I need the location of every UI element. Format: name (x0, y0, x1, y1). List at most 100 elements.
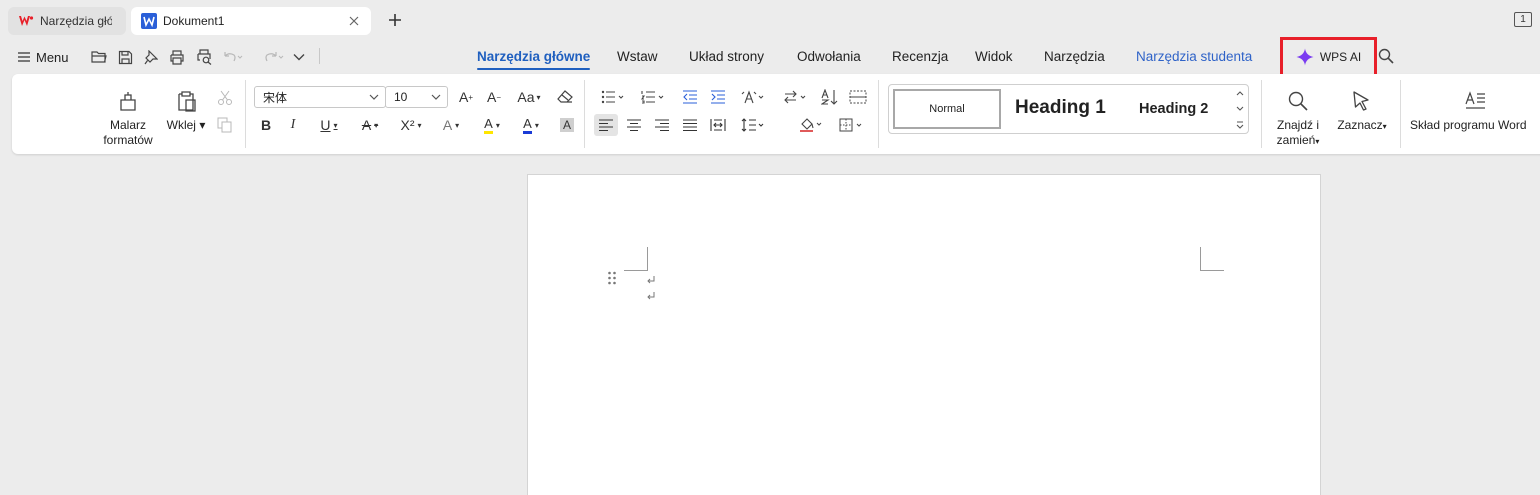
decrease-indent-button[interactable] (678, 86, 702, 108)
ribbon: Malarz formatów Wklej ▾ 宋体 10 A + A − Aa ▾ … (12, 74, 1540, 154)
search-icon[interactable] (1377, 47, 1395, 65)
quick-access-more-button[interactable] (288, 46, 310, 68)
tab-tools[interactable]: Narzędzia (1044, 49, 1105, 64)
borders-icon (839, 118, 862, 132)
select-button[interactable]: Zaznacz▾ (1332, 90, 1392, 134)
increase-indent-button[interactable] (706, 86, 730, 108)
tab-student-tools[interactable]: Narzędzia studenta (1136, 49, 1252, 64)
font-size-select[interactable]: 10 (385, 86, 448, 108)
window-count-badge[interactable]: 1 (1514, 12, 1532, 27)
cursor-arrow-icon (1353, 91, 1369, 111)
bold-button[interactable]: B (254, 114, 278, 136)
text-direction-button[interactable] (736, 86, 770, 108)
bullets-button[interactable] (596, 86, 630, 108)
shrink-font-button[interactable]: A − (482, 86, 506, 108)
grow-font-button[interactable]: A + (454, 86, 478, 108)
tab-insert[interactable]: Wstaw (617, 49, 658, 64)
tab-review[interactable]: Recenzja (892, 49, 948, 64)
tab-page-layout[interactable]: Układ strony (689, 49, 764, 64)
find-replace-button[interactable]: Znajdź i zamień▾ (1270, 90, 1326, 149)
paragraph-shading-button[interactable] (794, 114, 828, 136)
style-heading-2[interactable]: Heading 2 (1139, 101, 1208, 117)
style-heading-1[interactable]: Heading 1 (1015, 97, 1106, 119)
copy-button[interactable] (213, 114, 237, 136)
document-page[interactable] (527, 174, 1321, 495)
font-color-button[interactable]: A ▾ (514, 114, 548, 136)
text-effects-button[interactable]: A ▾ (434, 114, 468, 136)
drag-handle-icon[interactable] (607, 271, 617, 285)
character-shading-button[interactable]: A (555, 114, 579, 136)
hamburger-icon (18, 52, 30, 62)
align-center-button[interactable] (622, 114, 646, 136)
pin-icon (144, 49, 158, 64)
change-case-button[interactable]: Aa ▾ (512, 86, 546, 108)
borders-button[interactable] (834, 114, 868, 136)
numbering-button[interactable] (636, 86, 670, 108)
font-name-select[interactable]: 宋体 (254, 86, 386, 108)
menu-label: Menu (36, 49, 69, 65)
text-effects-icon: A (442, 117, 453, 133)
print-icon (170, 49, 184, 65)
tab-view[interactable]: Widok (975, 49, 1013, 64)
scroll-down-icon[interactable] (1236, 106, 1244, 112)
open-button[interactable] (88, 46, 110, 68)
scissors-icon (218, 90, 232, 105)
align-right-button[interactable] (650, 114, 674, 136)
chevron-down-icon (431, 94, 441, 100)
menu-button[interactable]: Menu (18, 48, 69, 66)
italic-button[interactable]: I (281, 114, 305, 136)
pin-button[interactable] (140, 46, 162, 68)
paragraph-mark-icon (647, 276, 655, 284)
redo-button[interactable] (262, 46, 284, 68)
paste-button[interactable]: Wklej ▾ (164, 90, 208, 133)
justify-button[interactable] (678, 114, 702, 136)
cut-button[interactable] (213, 87, 237, 109)
underline-button[interactable]: U ▾ (312, 114, 346, 136)
margin-corner-top-right (1200, 247, 1224, 271)
align-left-button[interactable] (594, 114, 618, 136)
font-size-value: 10 (394, 90, 408, 104)
redo-icon (265, 52, 284, 62)
paste-label: Wklej ▾ (166, 118, 206, 132)
highlight-icon: A (484, 116, 493, 134)
tab-label: Dokument1 (163, 14, 225, 28)
tab-wps-home[interactable]: Narzędzia głó (8, 7, 126, 35)
style-normal[interactable]: Normal (893, 89, 1001, 129)
print-preview-button[interactable] (193, 46, 215, 68)
grow-font-icon: A (458, 89, 469, 105)
save-button[interactable] (114, 46, 136, 68)
separator (1261, 80, 1262, 148)
format-painter-button[interactable]: Malarz formatów (100, 90, 156, 148)
tab-home[interactable]: Narzędzia główne (477, 49, 591, 70)
paint-bucket-icon (800, 118, 822, 132)
highlight-button[interactable]: A ▾ (474, 114, 510, 136)
format-painter-icon (120, 92, 136, 111)
align-center-icon (627, 119, 641, 131)
expand-gallery-icon[interactable] (1236, 121, 1244, 129)
eraser-icon (557, 90, 573, 103)
format-painter-label-2: formatów (103, 133, 153, 147)
plus-icon[interactable] (386, 11, 404, 29)
change-case-icon: Aa (517, 89, 535, 105)
word-compose-button[interactable]: Skład programu Word (1410, 90, 1540, 133)
close-icon[interactable] (347, 14, 361, 28)
strikethrough-button[interactable]: A ▾ (353, 114, 387, 136)
line-spacing-button[interactable] (736, 114, 770, 136)
sort-direction-button[interactable] (778, 86, 812, 108)
clear-format-button[interactable] (553, 86, 577, 108)
wps-logo-icon (19, 16, 34, 26)
show-marks-button[interactable] (846, 86, 870, 108)
swap-arrows-icon (784, 90, 806, 104)
tab-references[interactable]: Odwołania (797, 49, 861, 64)
bold-icon: B (260, 117, 272, 133)
print-button[interactable] (166, 46, 188, 68)
superscript-button[interactable]: X² ▾ (394, 114, 428, 136)
tab-document[interactable]: Dokument1 (131, 7, 371, 35)
numbered-list-icon (641, 91, 664, 104)
separator (1400, 80, 1401, 148)
undo-button[interactable] (221, 46, 243, 68)
distribute-button[interactable] (706, 114, 730, 136)
scroll-up-icon[interactable] (1236, 90, 1244, 96)
wps-ai-button[interactable]: WPS AI (1280, 37, 1377, 77)
sort-button[interactable] (818, 86, 842, 108)
